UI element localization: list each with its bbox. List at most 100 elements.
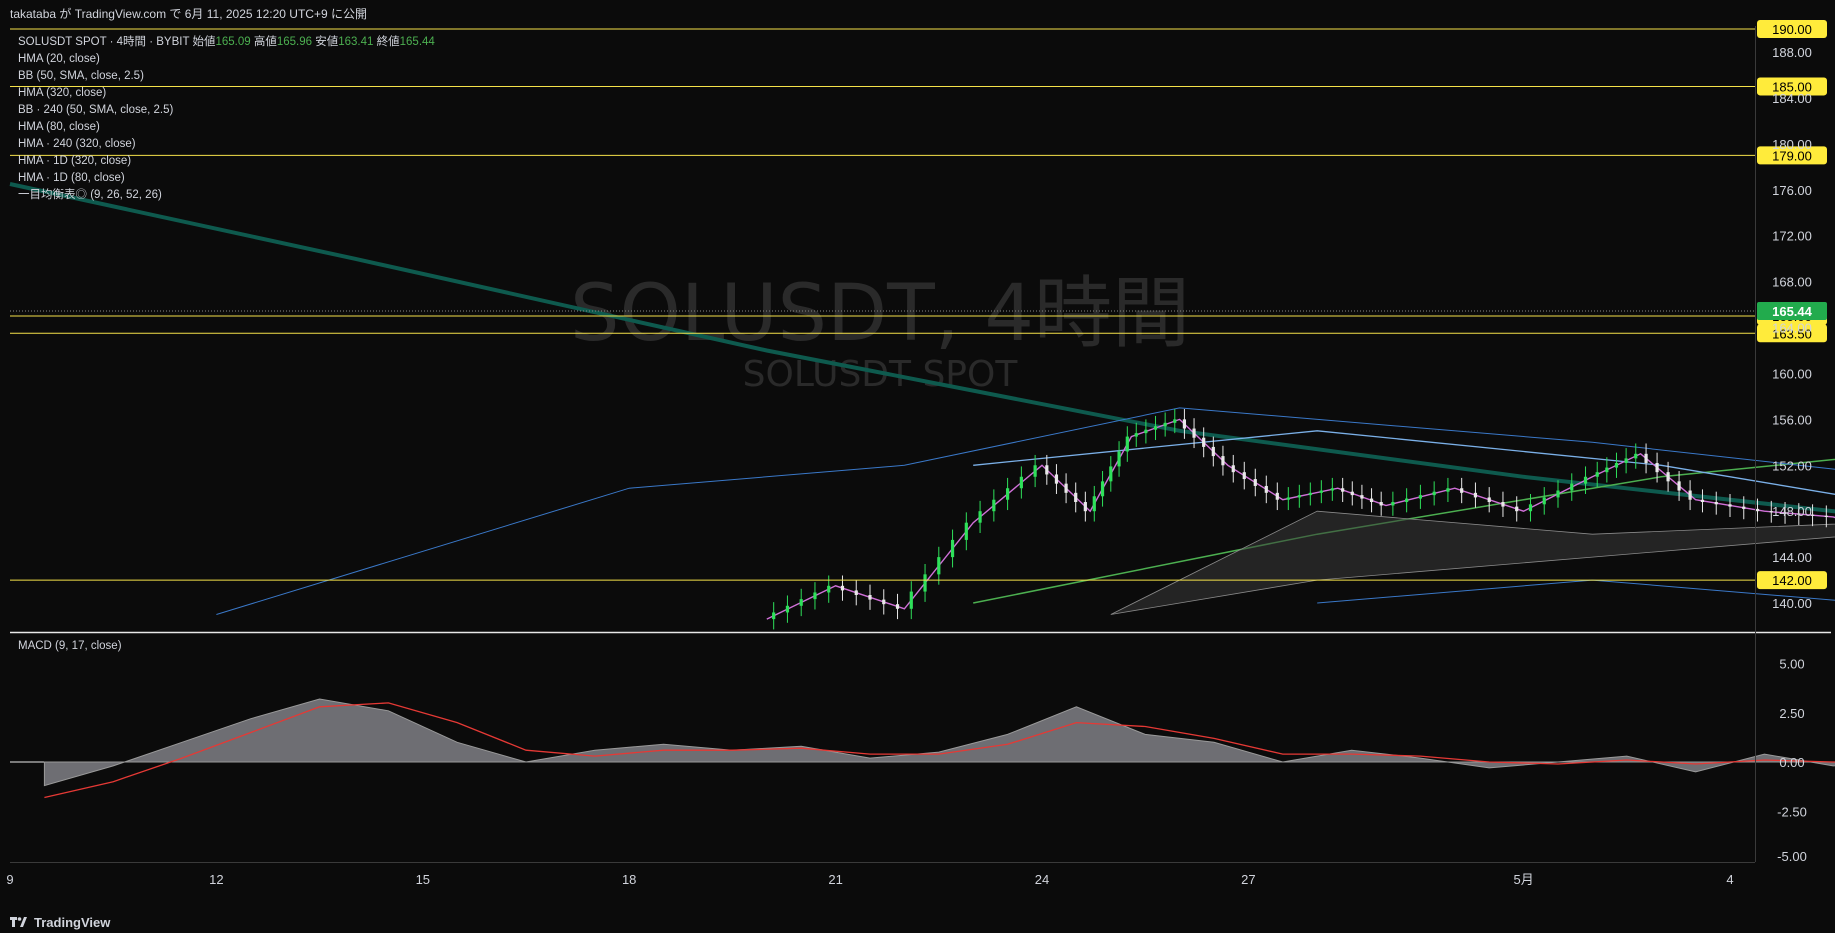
- y-tick-10: 180.00: [1772, 137, 1812, 152]
- indicator-hma-1d-320[interactable]: HMA · 1D (320, close): [18, 153, 435, 170]
- watermark-main: SOLUSDT, 4時間: [570, 269, 1190, 359]
- y-tick-8: 172.00: [1772, 229, 1812, 244]
- candle-body: [1583, 476, 1588, 484]
- candle-body: [937, 557, 941, 575]
- x-tick-1: 12: [209, 872, 223, 887]
- candle-body: [827, 585, 831, 593]
- candle-body: [1487, 497, 1491, 503]
- candle-body: [992, 499, 996, 512]
- candle-body: [1092, 496, 1096, 512]
- candle-body: [1074, 492, 1078, 503]
- candle-body: [1605, 467, 1609, 473]
- y-tick-11: 184.00: [1772, 91, 1812, 106]
- candle-body: [1253, 479, 1257, 486]
- last-price-label: 165.44: [1772, 304, 1813, 319]
- legend-symbol: SOLUSDT SPOT · 4時間 · BYBIT: [18, 36, 190, 48]
- candle-body: [1045, 465, 1049, 475]
- candle-body: [868, 595, 872, 600]
- indicator-bb-50[interactable]: BB (50, SMA, close, 2.5): [18, 68, 435, 85]
- candle-body: [1473, 492, 1478, 498]
- candle-body: [909, 591, 913, 609]
- macd-y-tick-3: -2.50: [1777, 804, 1807, 819]
- indicator-ichimoku[interactable]: 一目均衡表◎ (9, 26, 52, 26): [18, 187, 435, 204]
- macd-label[interactable]: MACD (9, 17, close): [18, 640, 122, 652]
- candle-body: [1755, 508, 1760, 512]
- x-tick-4: 21: [828, 872, 842, 887]
- candle-body: [1432, 491, 1436, 496]
- ohlc-high-label: 高値: [253, 36, 277, 48]
- tradingview-logo-icon: [10, 917, 27, 927]
- candle-body: [1742, 506, 1746, 509]
- legend-symbol-row: SOLUSDT SPOT · 4時間 · BYBIT 始値165.09 高値16…: [18, 34, 435, 51]
- candle-body: [1542, 497, 1546, 505]
- y-tick-3: 152.00: [1772, 458, 1812, 473]
- candle-body: [1515, 506, 1519, 512]
- candle-body: [1275, 492, 1279, 500]
- candle-body: [1083, 502, 1087, 512]
- y-tick-7: 168.00: [1772, 275, 1812, 290]
- candle-body: [950, 539, 955, 558]
- candle-body: [1570, 483, 1574, 491]
- candle-body: [1308, 492, 1312, 496]
- indicator-hma-240-320[interactable]: HMA · 240 (320, close): [18, 136, 435, 153]
- candle-body: [1644, 453, 1648, 463]
- ohlc-close-label: 終値: [376, 36, 400, 48]
- indicator-hma-80[interactable]: HMA (80, close): [18, 119, 435, 136]
- macd-y-tick-0: 5.00: [1779, 657, 1804, 672]
- level-label-0: 190.00: [1772, 22, 1812, 37]
- candle-body: [840, 585, 845, 591]
- ohlc-open-value: 165.09: [215, 36, 251, 48]
- candle-body: [978, 511, 982, 523]
- macd-y-tick-2: 0.00: [1779, 755, 1804, 770]
- candle-body: [882, 599, 886, 605]
- macd-y-tick-1: 2.50: [1779, 706, 1804, 721]
- candle-body: [1264, 485, 1268, 493]
- candle-body: [1033, 465, 1037, 477]
- candle-body: [1624, 458, 1628, 463]
- indicator-hma-320[interactable]: HMA (320, close): [18, 85, 435, 102]
- candle-body: [1341, 488, 1345, 492]
- y-tick-6: 164.00: [1772, 321, 1812, 336]
- y-tick-1: 144.00: [1772, 550, 1812, 565]
- candle-body: [1231, 465, 1235, 473]
- x-tick-5: 24: [1035, 872, 1049, 887]
- candle-body: [799, 599, 803, 606]
- ohlc-low-value: 163.41: [338, 36, 374, 48]
- candle-body: [1064, 483, 1068, 493]
- candle-body: [1446, 488, 1450, 492]
- candle-body: [1221, 456, 1225, 466]
- y-tick-12: 188.00: [1772, 45, 1812, 60]
- level-label-5: 142.00: [1772, 573, 1812, 588]
- candle-body: [1556, 490, 1560, 498]
- candle-body: [1144, 429, 1148, 434]
- candle-body: [964, 522, 968, 540]
- candle-body: [1211, 446, 1215, 457]
- candle-body: [1528, 504, 1533, 512]
- y-tick-9: 176.00: [1772, 183, 1812, 198]
- candle-body: [1379, 502, 1383, 506]
- candle-body: [1192, 428, 1196, 438]
- candle-body: [1109, 466, 1113, 482]
- candle-body: [1134, 433, 1138, 437]
- candle-body: [1728, 504, 1732, 507]
- candle-body: [1405, 498, 1409, 503]
- candle-body: [1418, 495, 1422, 499]
- footer-brand[interactable]: TradingView: [34, 915, 110, 930]
- y-tick-5: 160.00: [1772, 366, 1812, 381]
- indicator-bb-240[interactable]: BB · 240 (50, SMA, close, 2.5): [18, 102, 435, 119]
- indicator-hma-20[interactable]: HMA (20, close): [18, 51, 435, 68]
- candle-body: [1501, 502, 1505, 507]
- candle-body: [1100, 481, 1105, 497]
- candle-body: [1614, 462, 1619, 468]
- candle-body: [1714, 502, 1718, 505]
- ohlc-high-value: 165.96: [276, 36, 313, 48]
- x-tick-8: 4: [1726, 872, 1733, 887]
- candle-body: [813, 592, 817, 600]
- candle-body: [772, 612, 776, 620]
- footer-bar: TradingView: [0, 911, 1835, 933]
- candle-body: [1054, 474, 1059, 484]
- indicator-hma-1d-80[interactable]: HMA · 1D (80, close): [18, 170, 435, 187]
- candle-body: [1202, 437, 1206, 447]
- candle-body: [1163, 422, 1167, 427]
- x-tick-2: 15: [416, 872, 430, 887]
